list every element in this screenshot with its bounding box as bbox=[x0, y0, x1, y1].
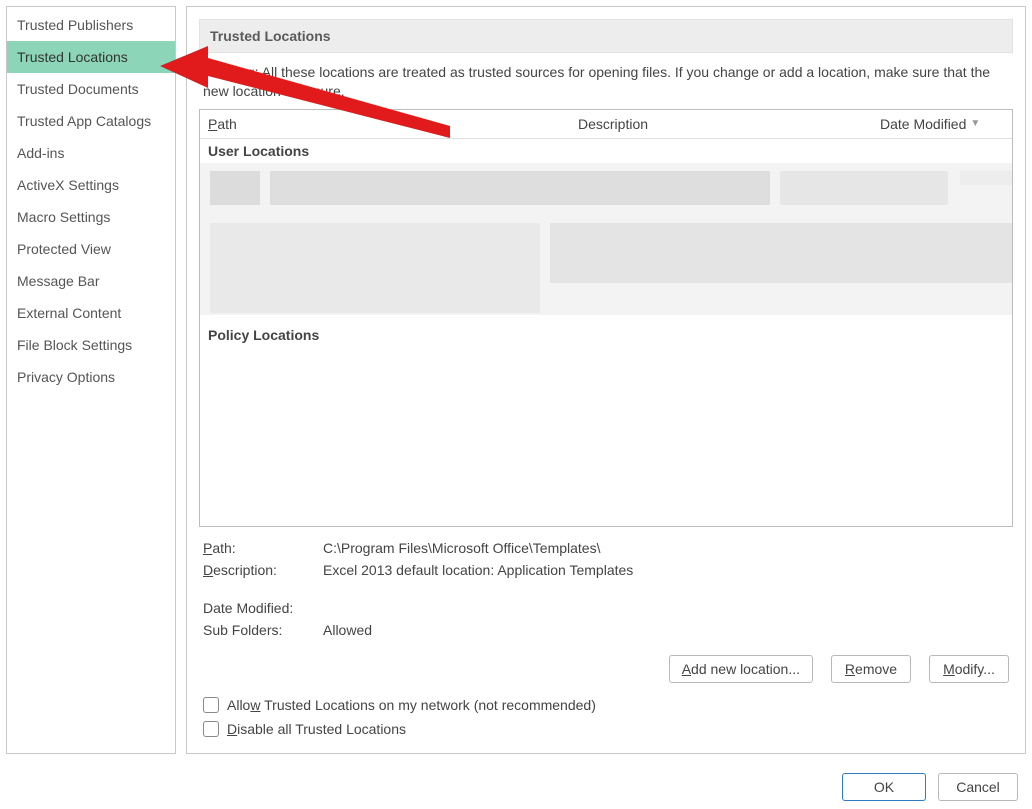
disable-all-label: Disable all Trusted Locations bbox=[227, 721, 406, 737]
sidebar-item-message-bar[interactable]: Message Bar bbox=[7, 265, 175, 297]
remove-location-button[interactable]: Remove bbox=[831, 655, 911, 683]
section-policy-locations: Policy Locations bbox=[200, 323, 1012, 347]
ok-button[interactable]: OK bbox=[842, 773, 926, 801]
detail-label-path: Path: bbox=[203, 540, 323, 556]
sidebar-item-file-block-settings[interactable]: File Block Settings bbox=[7, 329, 175, 361]
allow-network-label: Allow Trusted Locations on my network (n… bbox=[227, 697, 596, 713]
sidebar-item-add-ins[interactable]: Add-ins bbox=[7, 137, 175, 169]
sidebar-item-macro-settings[interactable]: Macro Settings bbox=[7, 201, 175, 233]
trust-center-sidebar: Trusted Publishers Trusted Locations Tru… bbox=[6, 6, 176, 754]
sort-descending-icon: ▼ bbox=[970, 118, 980, 129]
detail-label-date-modified: Date Modified: bbox=[203, 600, 323, 616]
sidebar-item-privacy-options[interactable]: Privacy Options bbox=[7, 361, 175, 393]
sidebar-item-activex-settings[interactable]: ActiveX Settings bbox=[7, 169, 175, 201]
cancel-button[interactable]: Cancel bbox=[938, 773, 1018, 801]
sidebar-item-trusted-app-catalogs[interactable]: Trusted App Catalogs bbox=[7, 105, 175, 137]
section-user-locations: User Locations bbox=[200, 139, 1012, 163]
detail-label-description: Description: bbox=[203, 562, 323, 578]
sidebar-item-trusted-publishers[interactable]: Trusted Publishers bbox=[7, 9, 175, 41]
locations-table: Path Description Date Modified ▼ User Lo… bbox=[199, 109, 1013, 527]
column-header-date-modified[interactable]: Date Modified ▼ bbox=[872, 110, 1012, 138]
detail-value-date-modified bbox=[323, 600, 1009, 616]
trusted-locations-panel: Trusted Locations Warning: All these loc… bbox=[186, 6, 1026, 754]
user-locations-rows-redacted[interactable] bbox=[200, 163, 1012, 315]
column-header-description[interactable]: Description bbox=[570, 110, 872, 138]
sidebar-item-trusted-documents[interactable]: Trusted Documents bbox=[7, 73, 175, 105]
column-header-path[interactable]: Path bbox=[200, 110, 570, 138]
disable-all-checkbox[interactable] bbox=[203, 721, 219, 737]
location-action-buttons: Add new location... Remove Modify... bbox=[203, 655, 1009, 683]
add-new-location-button[interactable]: Add new location... bbox=[669, 655, 813, 683]
sidebar-item-trusted-locations[interactable]: Trusted Locations bbox=[7, 41, 175, 73]
detail-label-sub-folders: Sub Folders: bbox=[203, 622, 323, 638]
allow-network-checkbox[interactable] bbox=[203, 697, 219, 713]
detail-value-sub-folders: Allowed bbox=[323, 622, 1009, 638]
selected-location-details: Path: C:\Program Files\Microsoft Office\… bbox=[199, 537, 1013, 641]
dialog-footer: OK Cancel bbox=[842, 773, 1018, 801]
panel-heading: Trusted Locations bbox=[199, 19, 1013, 53]
sidebar-item-protected-view[interactable]: Protected View bbox=[7, 233, 175, 265]
detail-value-path: C:\Program Files\Microsoft Office\Templa… bbox=[323, 540, 1009, 556]
detail-value-description: Excel 2013 default location: Application… bbox=[323, 562, 1009, 578]
table-header-row: Path Description Date Modified ▼ bbox=[200, 110, 1012, 139]
panel-warning-text: Warning: All these locations are treated… bbox=[199, 63, 1013, 109]
sidebar-item-external-content[interactable]: External Content bbox=[7, 297, 175, 329]
modify-location-button[interactable]: Modify... bbox=[929, 655, 1009, 683]
